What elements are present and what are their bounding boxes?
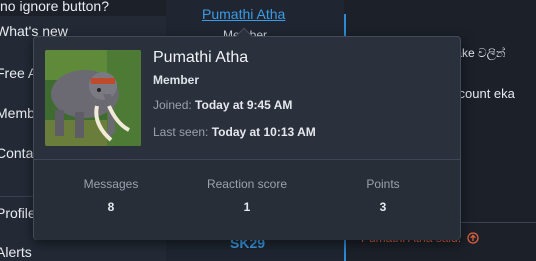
last-seen-label: Last seen: [153,125,209,139]
sidebar-item-profile[interactable]: Profile [0,205,36,221]
member-role: Member [153,73,200,87]
stat-value: 8 [107,200,115,214]
post-text-snippet-2: ccount eka [452,86,515,101]
elephant-avatar-image [45,50,141,146]
sidebar-item-contact[interactable]: Conta [0,145,33,161]
stat-label: Points [366,177,400,191]
stat-messages[interactable]: Messages 8 [51,177,171,214]
sidebar-item-free[interactable]: Free A [0,65,37,81]
stat-label: Reaction score [206,177,288,191]
member-tooltip: Pumathi Atha Member Joined: Today at 9:4… [33,27,461,240]
stat-reaction-score[interactable]: Reaction score 1 [187,177,307,214]
sidebar-item-alerts[interactable]: Alerts [0,244,32,260]
post-author-link[interactable]: Pumathi Atha [202,6,285,22]
member-stats: Messages 8 Reaction score 1 Points 3 [34,160,460,240]
avatar[interactable] [45,50,141,146]
stat-points[interactable]: Points 3 [323,177,443,214]
stat-label: Messages [83,177,139,191]
member-name[interactable]: Pumathi Atha [153,49,248,67]
last-seen-info: Last seen: Today at 10:13 AM [153,125,316,139]
sidebar-item-members[interactable]: Memb [0,105,35,121]
joined-info: Joined: Today at 9:45 AM [153,98,292,112]
stat-value: 1 [243,200,251,214]
joined-label: Joined: [153,98,192,112]
thread-title: no ignore button? [0,0,109,14]
joined-value: Today at 9:45 AM [195,98,293,112]
arrow-up-circle-icon[interactable] [467,232,479,244]
stat-value: 3 [379,200,387,214]
last-seen-value: Today at 10:13 AM [211,125,316,139]
